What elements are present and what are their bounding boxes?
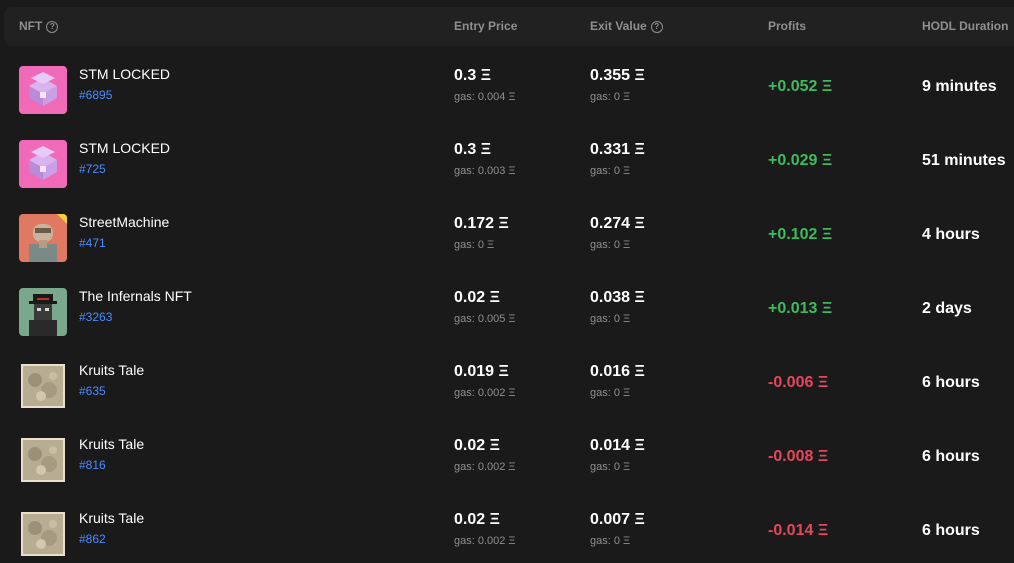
exit-gas-value: gas: 0 Ξ	[590, 461, 631, 473]
nft-name: STM LOCKED	[79, 140, 171, 156]
exit-gas-value: gas: 0 Ξ	[590, 387, 631, 399]
profit-value: +0.102 Ξ	[768, 226, 833, 243]
entry-price-value: 0.02 Ξ	[454, 437, 500, 454]
exit-value-value: 0.016 Ξ	[590, 363, 645, 380]
exit-value-value: 0.038 Ξ	[590, 289, 645, 306]
exit-gas-value: gas: 0 Ξ	[590, 165, 631, 177]
kruits-tale-map-icon[interactable]	[19, 362, 67, 410]
profit-value: -0.014 Ξ	[768, 522, 829, 539]
exit-value-value: 0.007 Ξ	[590, 511, 645, 528]
table-row[interactable]: StreetMachine #471 0.172 Ξ gas: 0 Ξ 0.27…	[0, 206, 1014, 280]
nft-token-id-link[interactable]: #471	[79, 236, 106, 250]
nft-name: Kruits Tale	[79, 436, 145, 452]
table-row[interactable]: Kruits Tale #816 0.02 Ξ gas: 0.002 Ξ 0.0…	[0, 428, 1014, 502]
hodl-duration-value: 4 hours	[922, 226, 980, 243]
nft-trades-table: NFT ? Entry Price Exit Value ? Profits H…	[0, 0, 1014, 563]
nft-help-icon[interactable]: ?	[46, 20, 59, 33]
nft-token-id-link[interactable]: #6895	[79, 88, 112, 102]
column-header-profits-label: Profits	[768, 19, 807, 33]
kruits-tale-map-icon[interactable]	[19, 436, 67, 484]
column-header-profits[interactable]: Profits	[768, 7, 806, 46]
profit-value: -0.006 Ξ	[768, 374, 829, 391]
kruits-tale-map-icon[interactable]	[19, 510, 67, 558]
column-header-hodl-duration-label: HODL Duration	[922, 19, 1009, 33]
column-header-entry-price[interactable]: Entry Price	[454, 7, 517, 46]
table-row[interactable]: Kruits Tale #635 0.019 Ξ gas: 0.002 Ξ 0.…	[0, 354, 1014, 428]
table-row[interactable]: STM LOCKED #725 0.3 Ξ gas: 0.003 Ξ 0.331…	[0, 132, 1014, 206]
exit-gas-value: gas: 0 Ξ	[590, 313, 631, 325]
entry-price-value: 0.172 Ξ	[454, 215, 509, 232]
nft-name: Kruits Tale	[79, 362, 145, 378]
entry-price-value: 0.3 Ξ	[454, 67, 491, 84]
exit-value-value: 0.274 Ξ	[590, 215, 645, 232]
hodl-duration-value: 6 hours	[922, 522, 980, 539]
nft-token-id-link[interactable]: #725	[79, 162, 106, 176]
column-header-exit-value-label: Exit Value	[590, 19, 647, 33]
column-header-nft-label: NFT	[19, 19, 43, 33]
entry-gas-value: gas: 0 Ξ	[454, 239, 495, 251]
nft-name: Kruits Tale	[79, 510, 145, 526]
nft-token-id-link[interactable]: #635	[79, 384, 106, 398]
stm-locked-chest-icon[interactable]	[19, 66, 67, 114]
profit-value: +0.052 Ξ	[768, 78, 833, 95]
exit-value-value: 0.331 Ξ	[590, 141, 645, 158]
entry-gas-value: gas: 0.002 Ξ	[454, 535, 516, 547]
table-row[interactable]: The Infernals NFT #3263 0.02 Ξ gas: 0.00…	[0, 280, 1014, 354]
table-header: NFT ? Entry Price Exit Value ? Profits H…	[4, 7, 1014, 46]
exit-value-value: 0.014 Ξ	[590, 437, 645, 454]
column-header-nft[interactable]: NFT ?	[19, 7, 59, 46]
nft-name: StreetMachine	[79, 214, 170, 230]
infernals-pixel-character-icon[interactable]	[19, 288, 67, 336]
entry-price-value: 0.02 Ξ	[454, 289, 500, 306]
stm-locked-chest-icon[interactable]	[19, 140, 67, 188]
entry-gas-value: gas: 0.002 Ξ	[454, 461, 516, 473]
hodl-duration-value: 51 minutes	[922, 152, 1006, 169]
nft-name: The Infernals NFT	[79, 288, 192, 304]
nft-name: STM LOCKED	[79, 66, 171, 82]
table-row[interactable]: Kruits Tale #862 0.02 Ξ gas: 0.002 Ξ 0.0…	[0, 502, 1014, 563]
column-header-entry-price-label: Entry Price	[454, 19, 518, 33]
entry-gas-value: gas: 0.005 Ξ	[454, 313, 516, 325]
entry-price-value: 0.02 Ξ	[454, 511, 500, 528]
exit-gas-value: gas: 0 Ξ	[590, 91, 631, 103]
column-header-exit-value[interactable]: Exit Value ?	[590, 7, 663, 46]
entry-gas-value: gas: 0.004 Ξ	[454, 91, 516, 103]
nft-token-id-link[interactable]: #862	[79, 532, 106, 546]
hodl-duration-value: 9 minutes	[922, 78, 997, 95]
exit-gas-value: gas: 0 Ξ	[590, 535, 631, 547]
hodl-duration-value: 6 hours	[922, 374, 980, 391]
street-machine-character-icon[interactable]	[19, 214, 67, 262]
table-row[interactable]: STM LOCKED #6895 0.3 Ξ gas: 0.004 Ξ 0.35…	[0, 58, 1014, 132]
entry-price-value: 0.019 Ξ	[454, 363, 509, 380]
exit-gas-value: gas: 0 Ξ	[590, 239, 631, 251]
entry-price-value: 0.3 Ξ	[454, 141, 491, 158]
entry-gas-value: gas: 0.002 Ξ	[454, 387, 516, 399]
profit-value: +0.013 Ξ	[768, 300, 833, 317]
exit-value-value: 0.355 Ξ	[590, 67, 645, 84]
hodl-duration-value: 2 days	[922, 300, 972, 317]
nft-token-id-link[interactable]: #816	[79, 458, 106, 472]
profit-value: -0.008 Ξ	[768, 448, 829, 465]
entry-gas-value: gas: 0.003 Ξ	[454, 165, 516, 177]
nft-token-id-link[interactable]: #3263	[79, 310, 112, 324]
profit-value: +0.029 Ξ	[768, 152, 833, 169]
column-header-hodl-duration[interactable]: HODL Duration	[922, 7, 1008, 46]
hodl-duration-value: 6 hours	[922, 448, 980, 465]
exit-value-help-icon[interactable]: ?	[650, 20, 663, 33]
